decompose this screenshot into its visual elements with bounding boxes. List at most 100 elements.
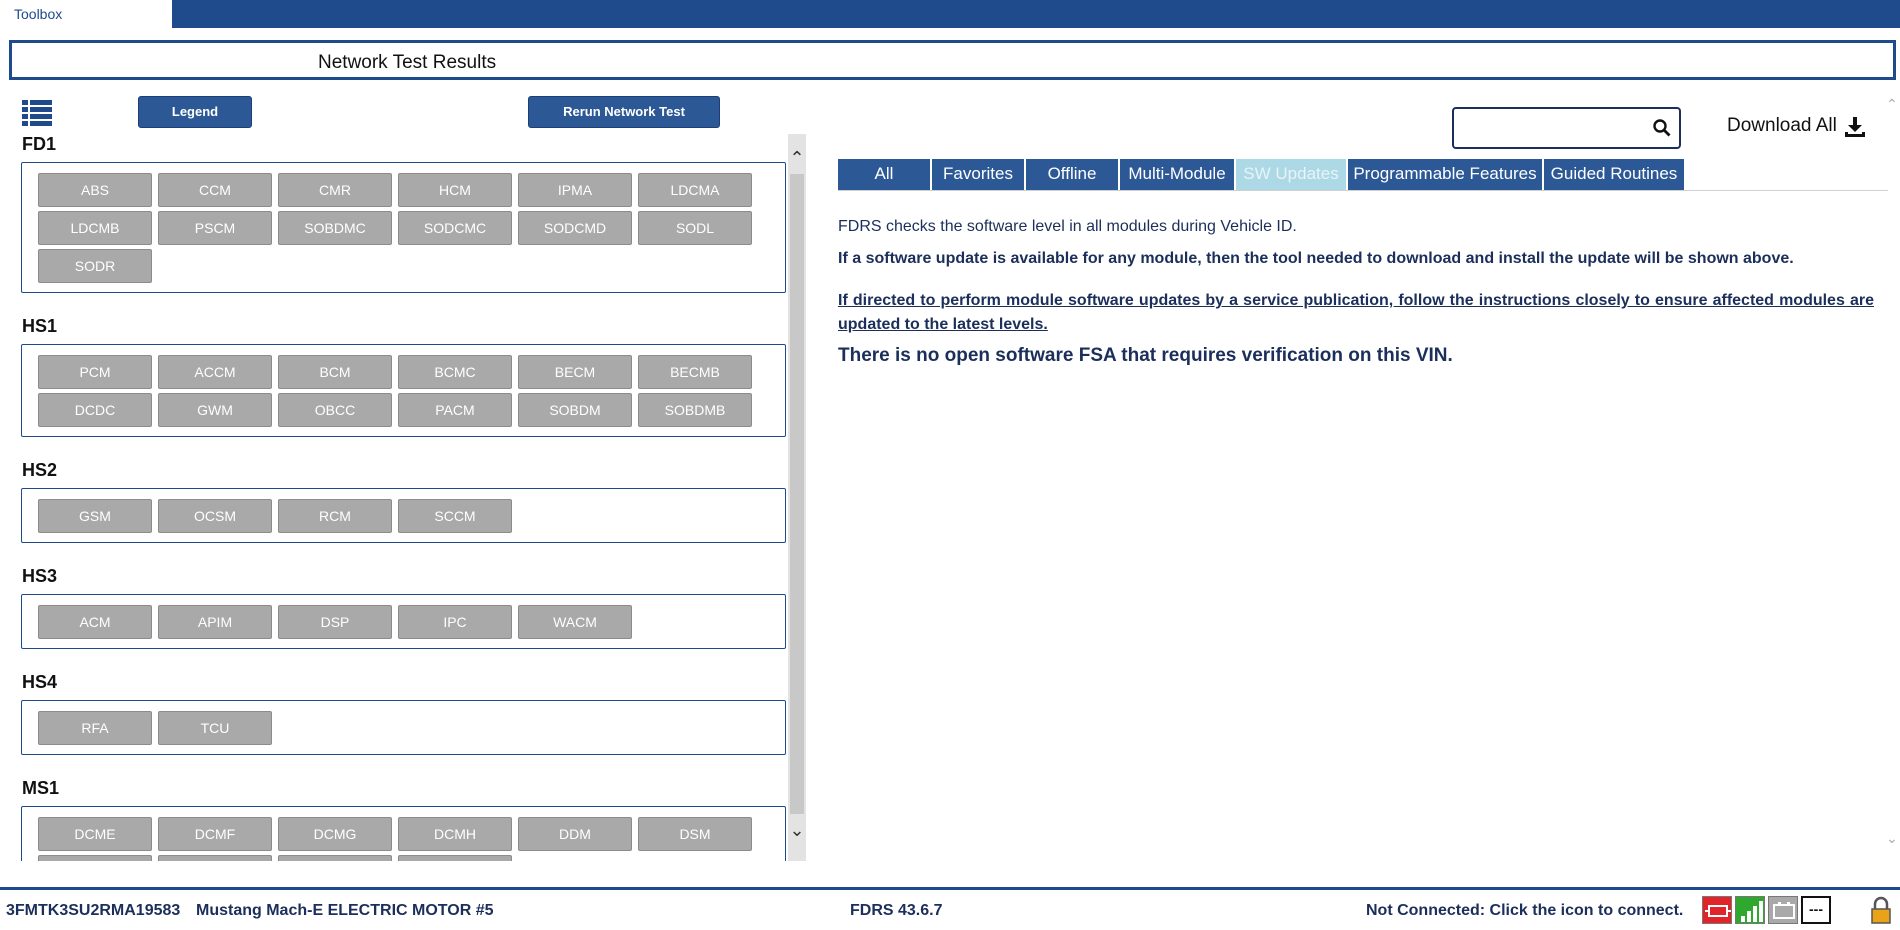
module-button-bcmc[interactable]: BCMC [398, 355, 512, 389]
bus-label-ms1: MS1 [22, 778, 60, 798]
vehicle-text: Mustang Mach-E ELECTRIC MOTOR #5 [196, 902, 494, 919]
scroll-down-arrow-icon[interactable]: ⌄ [788, 820, 806, 841]
tab-sw-updates[interactable]: SW Updates [1236, 159, 1348, 190]
module-button-dcme[interactable]: DCME [38, 817, 152, 851]
module-button-pscm[interactable]: PSCM [158, 211, 272, 245]
service-publication-link[interactable]: If directed to perform module software u… [838, 289, 1874, 337]
module-button-ldcmb[interactable]: LDCMB [38, 211, 152, 245]
module-list-scrollbar[interactable]: ⌃ ⌄ [788, 134, 806, 861]
module-button-sobdmb[interactable]: SOBDMB [638, 393, 752, 427]
tab-toolbox[interactable]: Toolbox [0, 0, 172, 28]
page-title: Network Test Results [318, 52, 497, 73]
module-button-sodr[interactable]: SODR [38, 249, 152, 283]
scrollbar-thumb[interactable] [790, 174, 804, 814]
module-button-ipma[interactable]: IPMA [518, 173, 632, 207]
bus-group-fd1: ABS CCM CMR HCM IPMA LDCMA LDCMB PSCM SOBDMC SODC… [21, 162, 786, 293]
module-button-dsp[interactable]: DSP [278, 605, 392, 639]
tab-programmable-features[interactable]: Programmable Features [1348, 159, 1544, 190]
module-button-gsm[interactable]: GSM [38, 499, 152, 533]
vci-disconnected-icon[interactable] [1702, 896, 1732, 924]
signal-icon[interactable] [1735, 896, 1765, 924]
module-button-sobdm[interactable]: SOBDM [518, 393, 632, 427]
module-button-apim[interactable]: APIM [158, 605, 272, 639]
module-button-obcc[interactable]: OBCC [278, 393, 392, 427]
module-button-cmr[interactable]: CMR [278, 173, 392, 207]
connection-status-text: Not Connected: Click the icon to connect… [1366, 902, 1684, 919]
module-button-rfa[interactable]: RFA [38, 711, 152, 745]
vin-text: 3FMTK3SU2RMA19583 [6, 902, 181, 919]
fsa-status-text: There is no open software FSA that requi… [838, 345, 1453, 366]
bus-group-hs4: RFA TCU [21, 700, 786, 755]
module-button-ldcma[interactable]: LDCMA [638, 173, 752, 207]
module-button-pacm[interactable]: PACM [398, 393, 512, 427]
module-button-tcu[interactable]: TCU [158, 711, 272, 745]
module-button-abs[interactable]: ABS [38, 173, 152, 207]
module-button-rgtm[interactable]: RGTM [398, 855, 512, 861]
module-button-hvac[interactable]: HVAC [158, 855, 272, 861]
bus-group-hs3: ACM APIM DSP IPC WACM [21, 594, 786, 649]
page-title-box: Network Test Results [9, 40, 1896, 80]
lock-icon[interactable] [1868, 896, 1894, 924]
search-icon[interactable] [1653, 119, 1671, 137]
version-text: FDRS 43.6.7 [850, 902, 943, 919]
legend-button[interactable]: Legend [138, 96, 252, 128]
tab-guided-routines[interactable]: Guided Routines [1544, 159, 1686, 190]
bus-label-hs1: HS1 [22, 316, 58, 336]
right-scroll-up-icon[interactable]: ⌃ [1886, 96, 1898, 113]
battery-icon[interactable] [1768, 896, 1798, 924]
bus-group-hs1: PCM ACCM BCM BCMC BECM BECMB DCDC GWM OBCC PACM SO… [21, 344, 786, 437]
bus-label-fd1: FD1 [22, 134, 57, 154]
module-button-sodcmd[interactable]: SODCMD [518, 211, 632, 245]
module-button-accm[interactable]: ACCM [158, 355, 272, 389]
scroll-up-arrow-icon[interactable]: ⌃ [788, 148, 806, 169]
tab-favorites[interactable]: Favorites [932, 159, 1026, 190]
bus-label-hs4: HS4 [22, 672, 58, 692]
module-button-gwm[interactable]: GWM [158, 393, 272, 427]
tab-multi-module[interactable]: Multi-Module [1120, 159, 1236, 190]
module-button-gfm[interactable]: GFM [38, 855, 152, 861]
right-scroll-down-icon[interactable]: ⌄ [1886, 830, 1898, 847]
module-button-dsm[interactable]: DSM [638, 817, 752, 851]
module-button-hcm[interactable]: HCM [398, 173, 512, 207]
module-button-pdm[interactable]: PDM [278, 855, 392, 861]
module-button-sccm[interactable]: SCCM [398, 499, 512, 533]
download-icon[interactable] [1845, 117, 1865, 137]
module-button-ccm[interactable]: CCM [158, 173, 272, 207]
module-button-ipc[interactable]: IPC [398, 605, 512, 639]
bus-label-hs3: HS3 [22, 566, 58, 586]
module-filter-tabs: All Favorites Offline Multi-Module SW Update… [838, 159, 1686, 190]
status-bar: 3FMTK3SU2RMA19583 Mustang Mach-E ELECTRI… [0, 887, 1900, 925]
module-button-ddm[interactable]: DDM [518, 817, 632, 851]
download-all-link[interactable]: Download All [1727, 115, 1837, 137]
search-input[interactable] [1452, 107, 1681, 149]
module-button-becmb[interactable]: BECMB [638, 355, 752, 389]
module-button-bcm[interactable]: BCM [278, 355, 392, 389]
list-view-icon[interactable] [22, 100, 52, 126]
module-button-wacm[interactable]: WACM [518, 605, 632, 639]
info-text-update-available: If a software update is available for an… [838, 250, 1794, 267]
tabs-divider [838, 190, 1888, 191]
module-button-rcm[interactable]: RCM [278, 499, 392, 533]
bus-label-hs2: HS2 [22, 460, 58, 480]
module-button-sobdmc[interactable]: SOBDMC [278, 211, 392, 245]
module-button-sodl[interactable]: SODL [638, 211, 752, 245]
tab-all[interactable]: All [838, 159, 932, 190]
module-button-acm[interactable]: ACM [38, 605, 152, 639]
rerun-network-test-button[interactable]: Rerun Network Test [528, 96, 720, 128]
tab-offline[interactable]: Offline [1026, 159, 1120, 190]
bus-group-ms1: DCMEDCMFDCMGDCMHDDMDSM GFM HVAC PDM RGTM [21, 806, 786, 861]
module-button-dcdc[interactable]: DCDC [38, 393, 152, 427]
module-button-dcmg[interactable]: DCMG [278, 817, 392, 851]
top-bar [0, 0, 1900, 28]
module-button-dcmf[interactable]: DCMF [158, 817, 272, 851]
module-button-sodcmc[interactable]: SODCMC [398, 211, 512, 245]
bus-group-hs2: GSM OCSM RCM SCCM [21, 488, 786, 543]
module-button-dcmh[interactable]: DCMH [398, 817, 512, 851]
module-button-pcm[interactable]: PCM [38, 355, 152, 389]
module-button-ocsm[interactable]: OCSM [158, 499, 272, 533]
module-list-panel: FD1 ABS CCM CMR HCM IPMA LDCMA LDCMB PSCM SOBDMC S… [0, 134, 806, 861]
module-button-becm[interactable]: BECM [518, 355, 632, 389]
info-text-check: FDRS checks the software level in all mo… [838, 218, 1297, 235]
sw-updates-content: FDRS checks the software level in all mo… [838, 218, 1874, 367]
voltage-readout-icon[interactable]: --- [1801, 896, 1831, 924]
